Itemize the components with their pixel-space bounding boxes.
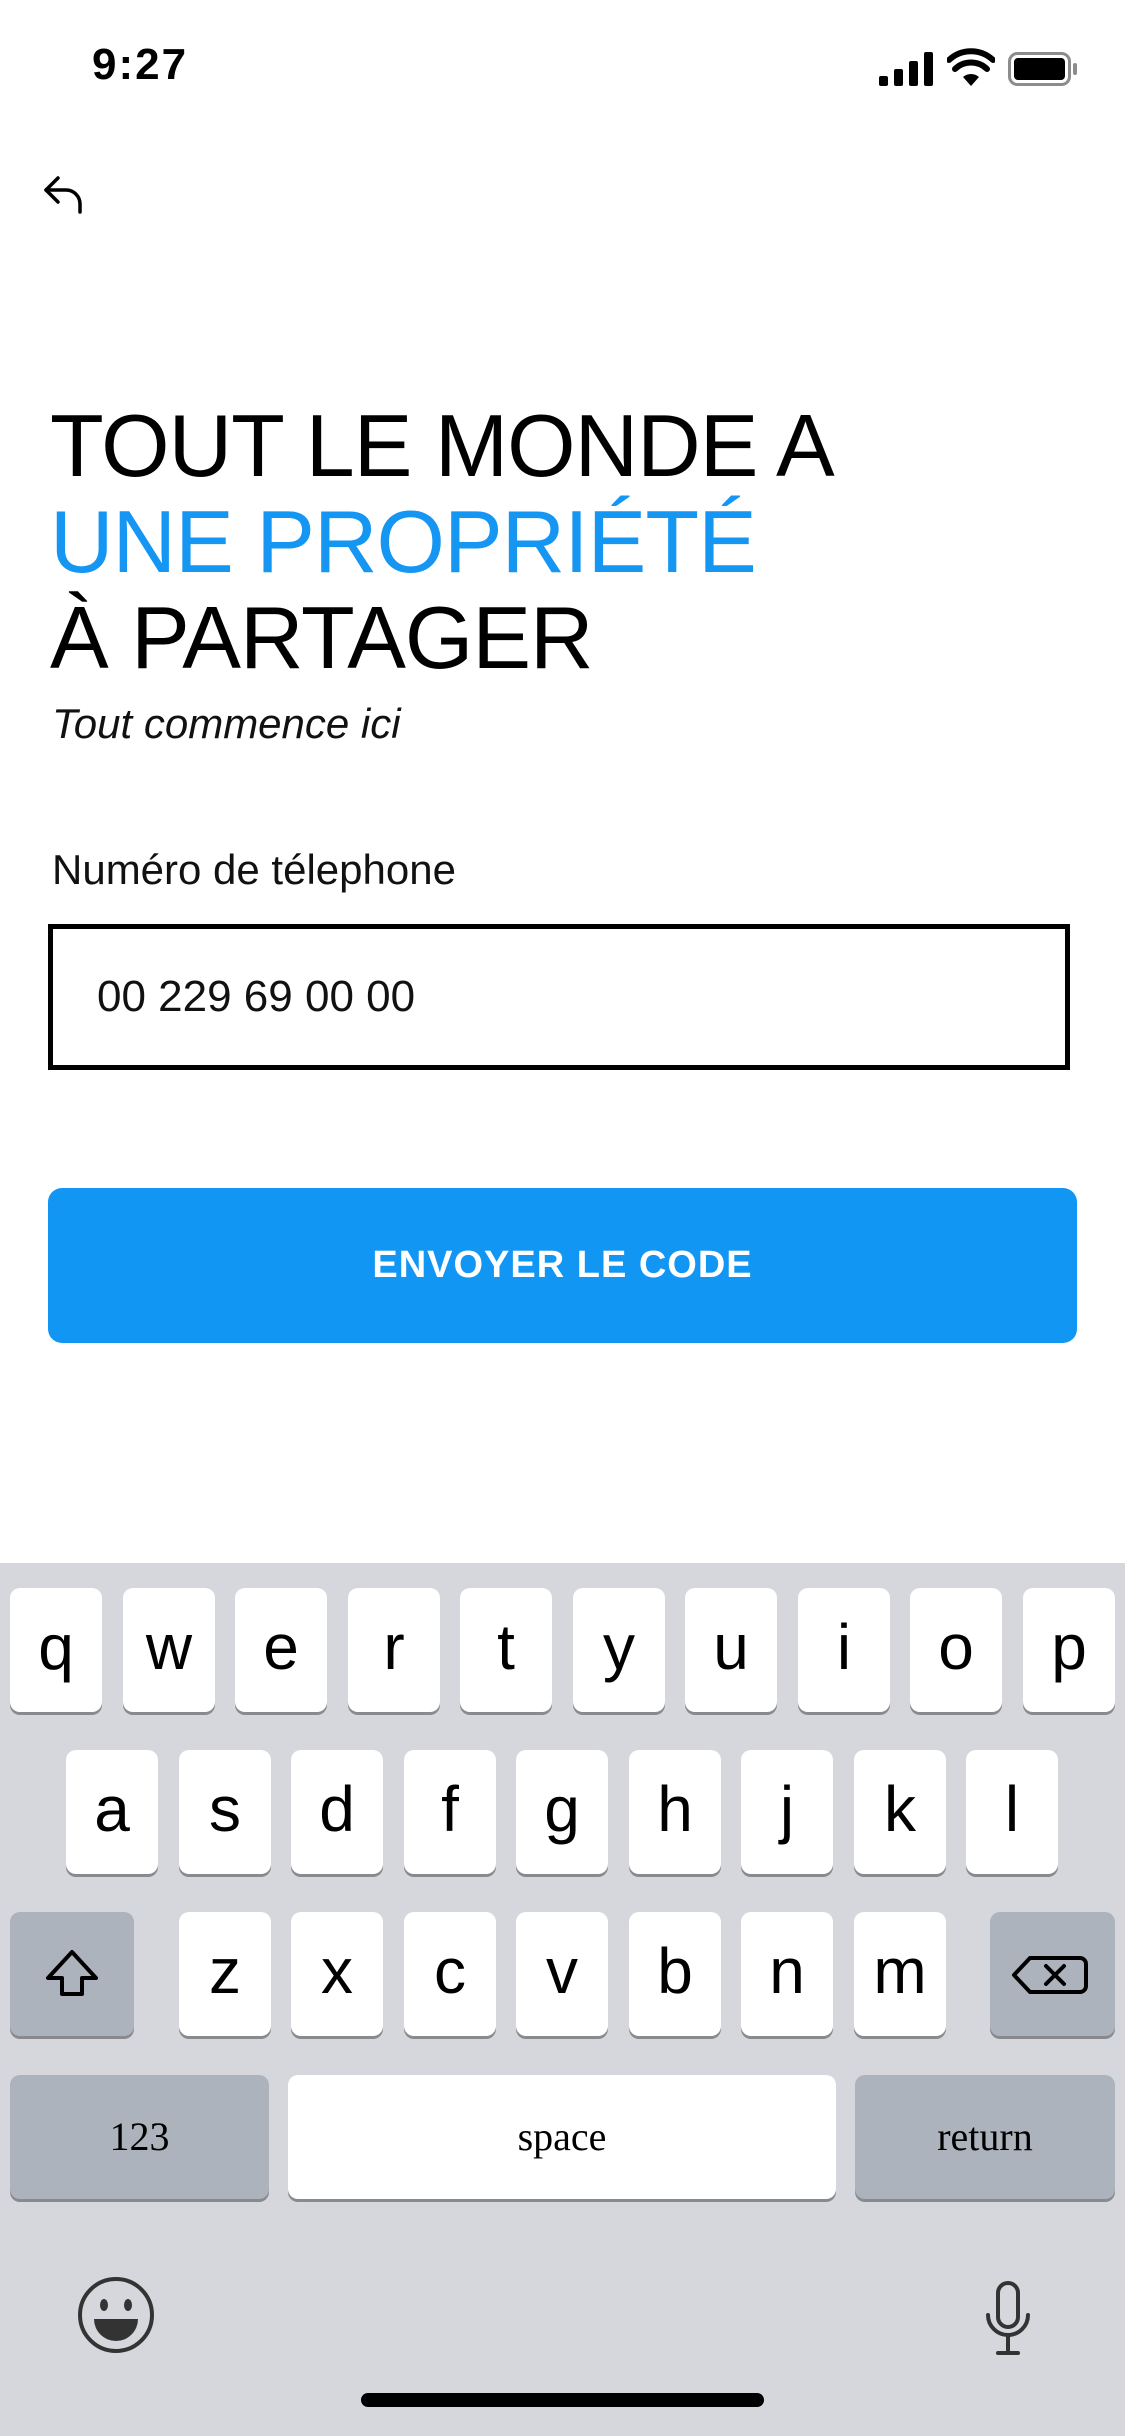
key-z[interactable]: z [179, 1912, 271, 2036]
key-v[interactable]: v [516, 1912, 608, 2036]
key-k[interactable]: k [854, 1750, 946, 1874]
headline-line-2: UNE PROPRIÉTÉ [50, 492, 757, 591]
key-x[interactable]: x [291, 1912, 383, 2036]
key-c[interactable]: c [404, 1912, 496, 2036]
key-m[interactable]: m [854, 1912, 946, 2036]
keyboard: q w e r t y u i o p a s d f g h j k l z … [0, 1563, 1125, 2436]
wifi-icon [947, 48, 995, 86]
status-time: 9:27 [92, 40, 189, 89]
emoji-icon[interactable] [76, 2275, 156, 2355]
headline-line-1: TOUT LE MONDE A [50, 396, 835, 495]
numbers-key[interactable]: 123 [10, 2075, 269, 2199]
phone-input[interactable] [97, 929, 997, 1065]
subtitle: Tout commence ici [52, 700, 401, 747]
return-key[interactable]: return [855, 2075, 1115, 2199]
shift-icon [46, 1950, 98, 1996]
key-j[interactable]: j [741, 1750, 833, 1874]
key-w[interactable]: w [123, 1588, 215, 1712]
key-t[interactable]: t [460, 1588, 552, 1712]
key-e[interactable]: e [235, 1588, 327, 1712]
key-q[interactable]: q [10, 1588, 102, 1712]
phone-field [48, 924, 1070, 1070]
back-arrow-icon[interactable] [40, 170, 92, 222]
send-code-button[interactable]: ENVOYER LE CODE [48, 1188, 1077, 1343]
battery-icon [1008, 52, 1077, 86]
key-u[interactable]: u [685, 1588, 777, 1712]
space-key[interactable]: space [288, 2075, 836, 2199]
key-l[interactable]: l [966, 1750, 1058, 1874]
backspace-icon [1012, 1956, 1088, 1994]
key-o[interactable]: o [910, 1588, 1002, 1712]
key-f[interactable]: f [404, 1750, 496, 1874]
phone-label: Numéro de télephone [52, 846, 456, 893]
key-r[interactable]: r [348, 1588, 440, 1712]
key-a[interactable]: a [66, 1750, 158, 1874]
key-i[interactable]: i [798, 1588, 890, 1712]
key-n[interactable]: n [741, 1912, 833, 2036]
signal-icon [879, 52, 933, 86]
shift-key[interactable] [10, 1912, 134, 2036]
key-d[interactable]: d [291, 1750, 383, 1874]
key-p[interactable]: p [1023, 1588, 1115, 1712]
key-h[interactable]: h [629, 1750, 721, 1874]
key-s[interactable]: s [179, 1750, 271, 1874]
microphone-icon[interactable] [980, 2279, 1036, 2359]
key-y[interactable]: y [573, 1588, 665, 1712]
key-b[interactable]: b [629, 1912, 721, 2036]
home-indicator [361, 2393, 764, 2407]
backspace-key[interactable] [990, 1912, 1115, 2036]
key-g[interactable]: g [516, 1750, 608, 1874]
headline-line-3: À PARTAGER [50, 588, 594, 687]
